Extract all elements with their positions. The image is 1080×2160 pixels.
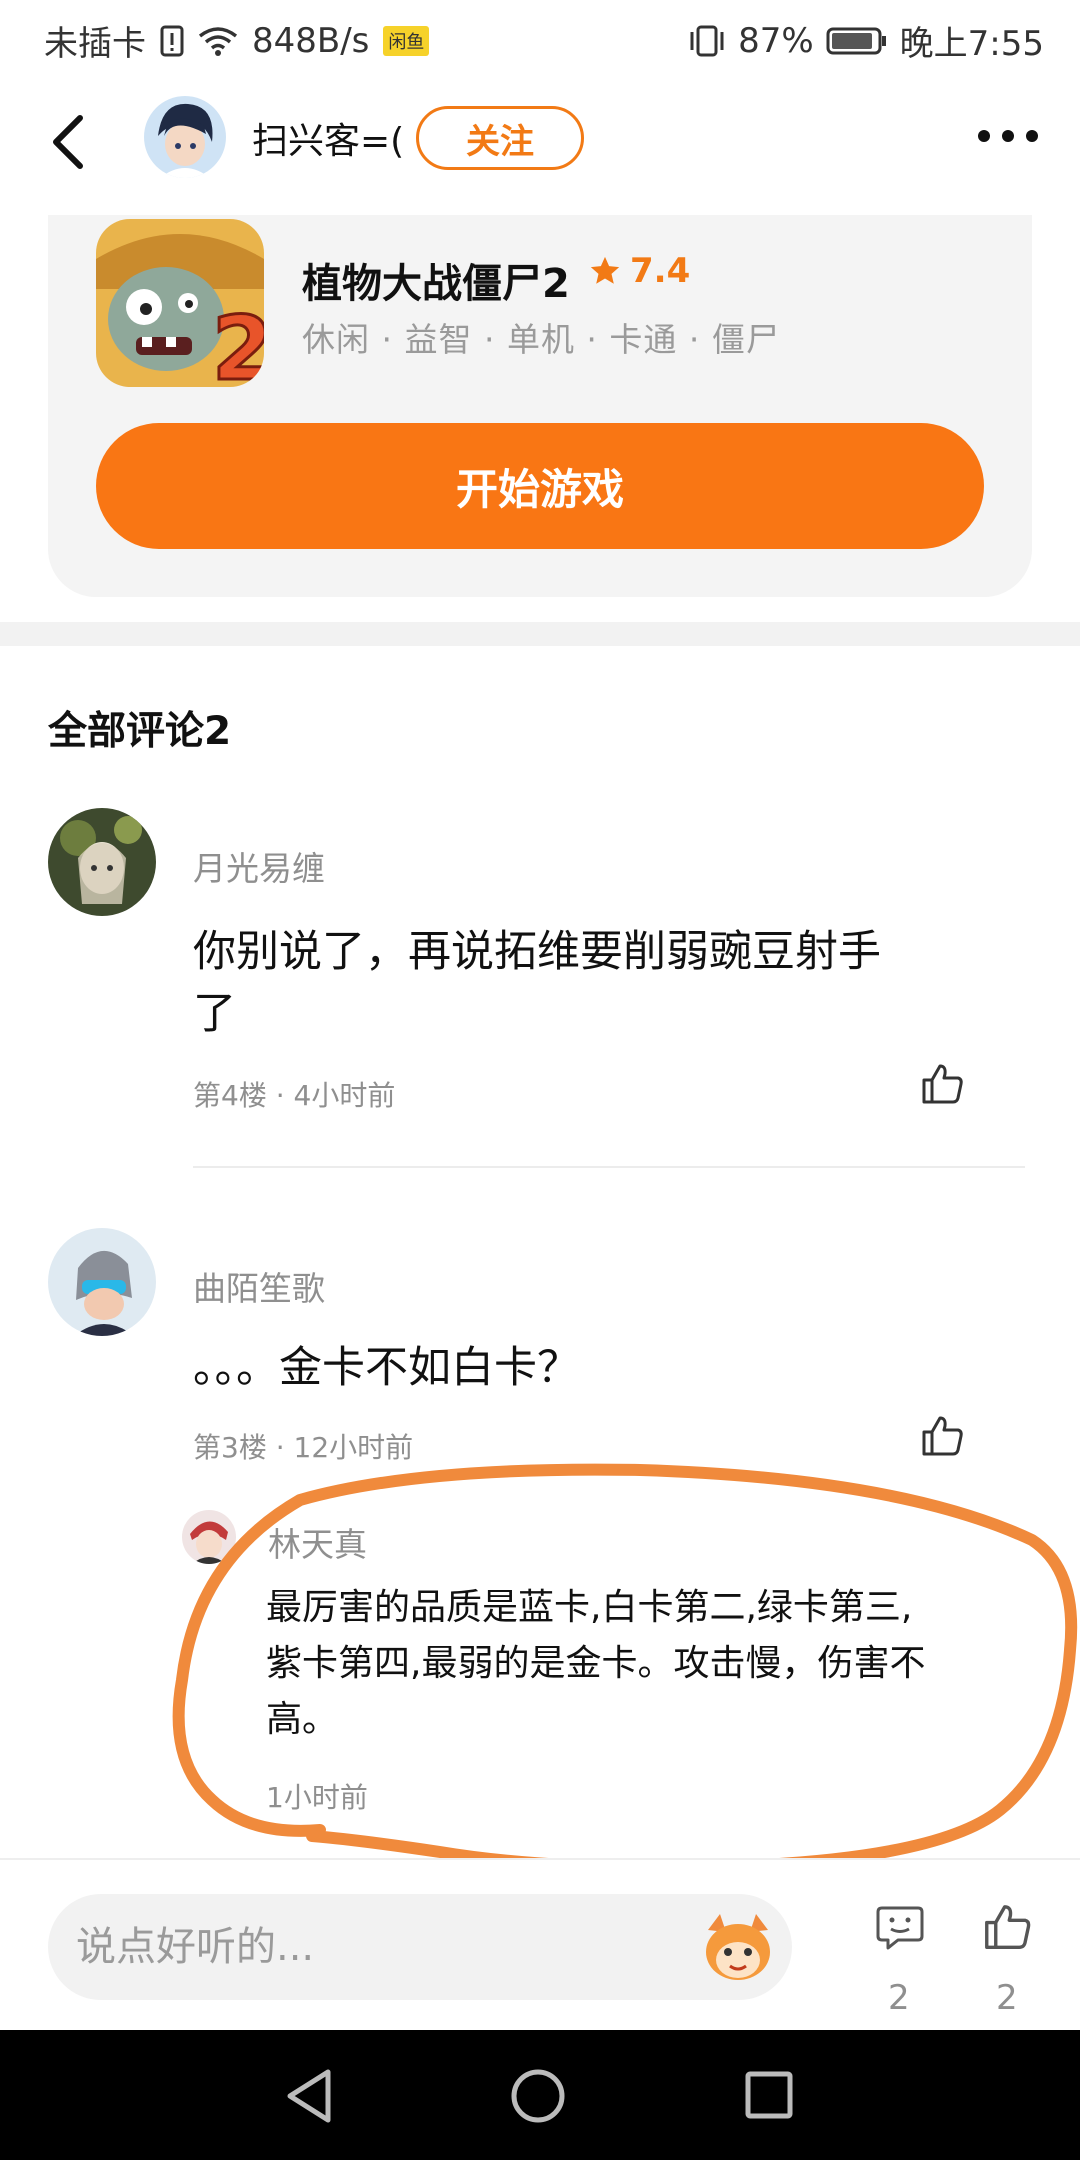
reply-text-line: 高。 — [266, 1699, 339, 1740]
game-icon-image[interactable]: 2 — [96, 219, 264, 387]
nav-home-icon[interactable] — [510, 2068, 566, 2124]
nav-back-icon[interactable] — [284, 2068, 334, 2124]
like-icon[interactable] — [980, 1900, 1034, 1954]
section-divider — [0, 622, 1080, 646]
svg-text:2: 2 — [212, 297, 264, 387]
comment-input-bar: 2 2 — [0, 1858, 1080, 2030]
network-speed: 848B/s — [252, 20, 370, 61]
sim-alert-icon — [160, 25, 184, 56]
app-notification-badge: 闲鱼 — [383, 25, 430, 56]
rating-value: 7.4 — [630, 251, 691, 291]
mascot-emoji-icon[interactable] — [698, 1910, 778, 1986]
reply-text-line: 紫卡第四,最弱的是金卡。攻击慢，伤害不 — [266, 1643, 926, 1684]
system-nav-bar — [0, 2030, 1080, 2160]
game-card: 2 植物大战僵尸2 7.4 休闲 · 益智 · 单机 · 卡通 · 僵尸 开始游… — [48, 215, 1032, 597]
comment-divider — [193, 1166, 1025, 1168]
author-name[interactable]: 扫兴客=( — [252, 112, 404, 164]
comment-text-line: 你别说了，再说拓维要削弱豌豆射手 — [193, 927, 881, 977]
comment-meta: 第3楼 · 12小时前 — [193, 1431, 414, 1464]
comments-section-title: 全部评论2 — [48, 709, 232, 754]
comment-count: 2 — [888, 1978, 910, 2018]
author-avatar[interactable] — [144, 96, 226, 178]
battery-percent: 87% — [738, 20, 814, 61]
game-tags: 休闲 · 益智 · 单机 · 卡通 · 僵尸 — [302, 320, 780, 359]
comment-text: 。。。金卡不如白卡？ — [193, 1343, 580, 1393]
comment-meta: 第4楼 · 4小时前 — [193, 1079, 396, 1112]
comment-input-container[interactable] — [48, 1894, 792, 2000]
game-rating: 7.4 — [588, 251, 690, 291]
like-icon[interactable] — [918, 1060, 966, 1108]
clock: 晚上7:55 — [899, 24, 1044, 64]
like-icon[interactable] — [918, 1412, 966, 1460]
vibrate-icon — [690, 25, 724, 56]
battery-icon — [826, 27, 886, 54]
wifi-icon — [198, 26, 238, 56]
commenter-name[interactable]: 月光易缠 — [193, 842, 325, 890]
reply-text-line: 最厉害的品质是蓝卡,白卡第二,绿卡第三, — [266, 1587, 913, 1628]
start-game-button[interactable]: 开始游戏 — [96, 423, 984, 549]
commenter-avatar[interactable] — [48, 808, 156, 916]
comment-icon[interactable] — [874, 1902, 926, 1954]
reply-avatar[interactable] — [182, 1510, 236, 1564]
status-bar: 未插卡 848B/s 闲鱼 87% 晚上7:55 — [0, 0, 1080, 76]
nav-recents-icon[interactable] — [744, 2070, 794, 2120]
profile-header: 扫兴客=( 关注 — [0, 82, 1080, 202]
comment-input[interactable] — [76, 1894, 676, 2000]
back-arrow-icon[interactable] — [50, 114, 86, 170]
comment-text-line: 了 — [193, 989, 236, 1039]
commenter-avatar[interactable] — [48, 1228, 156, 1336]
star-icon — [590, 256, 620, 284]
follow-button[interactable]: 关注 — [416, 106, 584, 170]
game-title: 植物大战僵尸2 — [302, 261, 570, 307]
commenter-name[interactable]: 曲陌笙歌 — [193, 1262, 325, 1310]
reply-author-name[interactable]: 林天真 — [268, 1518, 367, 1566]
reply-time: 1小时前 — [266, 1781, 368, 1814]
like-count: 2 — [996, 1978, 1018, 2018]
carrier-text: 未插卡 — [44, 24, 146, 64]
more-options-icon[interactable] — [976, 128, 1040, 144]
